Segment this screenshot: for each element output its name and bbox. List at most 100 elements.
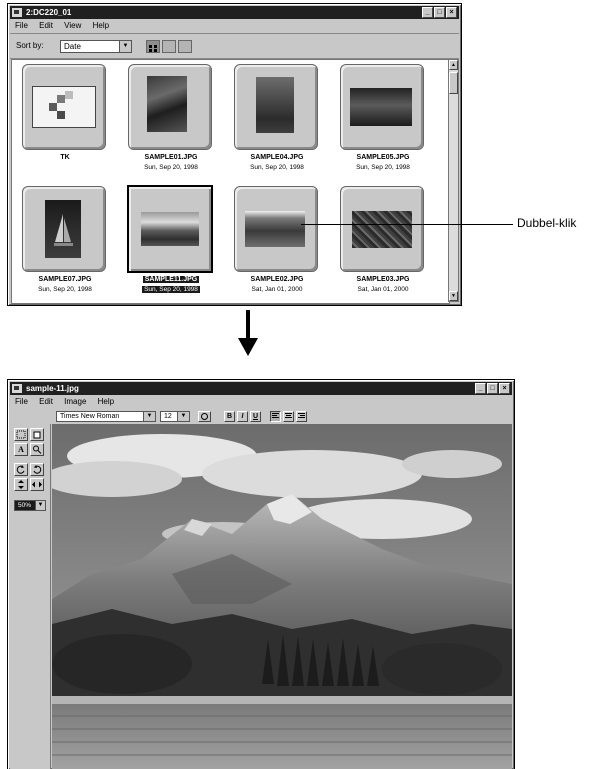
menu-file[interactable]: File [15,397,28,406]
selected-name-highlight: SAMPLE11.JPG [142,276,200,283]
thumbnail-name: SAMPLE11.JPG [120,276,222,283]
thumbnail-item[interactable]: TK [14,62,116,184]
app-icon[interactable] [12,8,22,17]
menu-help[interactable]: Help [93,21,109,30]
thumbnail-frame[interactable] [128,64,212,150]
menu-edit[interactable]: Edit [39,21,53,30]
maximize-button[interactable]: □ [434,7,445,18]
align-left-icon [272,413,279,418]
hand-tool[interactable] [30,428,44,441]
chevron-down-icon[interactable]: ▼ [143,412,155,421]
zoom-tool[interactable] [30,443,44,456]
align-right-button[interactable] [296,411,307,422]
font-name-value: Times New Roman [60,413,120,420]
thumbnail-item[interactable]: SAMPLE01.JPG Sun, Sep 20, 1998 [120,62,222,184]
thumbnail-date: Sun, Sep 20, 1998 [120,286,222,293]
select-rectangle-tool[interactable] [14,428,28,441]
photo-image [147,76,187,132]
rotate-right-button[interactable] [30,463,44,476]
thumbnail-frame[interactable] [234,64,318,150]
underline-button[interactable]: U [250,411,261,422]
palette-icon [201,413,208,420]
format-toolbar: Times New Roman ▼ 12 ▼ B I U [10,409,512,424]
thumbnail-frame[interactable] [340,64,424,150]
rotate-left-button[interactable] [14,463,28,476]
callout-label: Dubbel-klik [517,216,577,230]
menu-bar: File Edit View Help [10,20,459,32]
thumbnail-name: SAMPLE03.JPG [356,276,410,283]
list-view-button[interactable] [162,40,176,53]
app-icon[interactable] [12,384,22,393]
close-button[interactable]: × [446,7,457,18]
tool-palette: A 50% ▼ [10,424,51,769]
flip-vertical-button[interactable] [14,478,28,491]
italic-button[interactable]: I [237,411,248,422]
thumbnail-item[interactable]: SAMPLE03.JPG Sat, Jan 01, 2000 [332,184,434,303]
zoom-select[interactable]: 50% ▼ [14,500,46,511]
toolbar: Sort by: Date ▼ [10,33,459,59]
thumbnail-browser-window: 2:DC220_01 _ □ × File Edit View Help Sor… [7,3,462,306]
rotate-left-icon [16,465,25,474]
thumbnail-date: Sun, Sep 20, 1998 [38,286,92,293]
maximize-button[interactable]: □ [487,383,498,394]
window-title: sample-11.jpg [26,384,79,393]
window-title: 2:DC220_01 [26,8,72,17]
thumbnail-frame[interactable] [22,186,106,272]
sort-select-value: Date [64,42,81,51]
scroll-up-button[interactable]: ▲ [449,60,458,70]
thumbnail-frame[interactable] [234,186,318,272]
chevron-down-icon[interactable]: ▼ [177,412,189,421]
align-center-button[interactable] [283,411,294,422]
menu-view[interactable]: View [64,21,81,30]
thumbnail-date: Sun, Sep 20, 1998 [144,164,198,171]
sort-select[interactable]: Date ▼ [60,40,132,53]
thumbnail-item[interactable]: SAMPLE04.JPG Sun, Sep 20, 1998 [226,62,328,184]
vertical-scrollbar[interactable]: ▲ ▼ [448,59,459,302]
thumbnail-item-selected[interactable]: SAMPLE11.JPG Sun, Sep 20, 1998 [120,184,222,303]
color-button[interactable] [198,411,211,422]
thumbnail-item[interactable]: SAMPLE05.JPG Sun, Sep 20, 1998 [332,62,434,184]
flip-horizontal-button[interactable] [30,478,44,491]
title-bar[interactable]: sample-11.jpg _ □ × [10,382,512,395]
flip-vertical-icon [18,480,24,489]
thumbnail-name: SAMPLE01.JPG [144,154,198,161]
text-tool[interactable]: A [14,443,28,456]
thumbnail-date: Sun, Sep 20, 1998 [356,164,410,171]
thumbnail-grid: TK SAMPLE01.JPG Sun, Sep 20, 1998 SAMPLE… [11,59,450,304]
scroll-down-button[interactable]: ▼ [449,291,458,301]
photo-image [350,88,412,126]
thumbnail-frame[interactable] [22,64,106,150]
thumbnail-item[interactable]: SAMPLE02.JPG Sat, Jan 01, 2000 [226,184,328,303]
magnifier-icon [33,445,42,454]
menu-edit[interactable]: Edit [39,397,53,406]
thumbnail-name: SAMPLE05.JPG [356,154,410,161]
rotate-right-icon [33,465,42,474]
chevron-down-icon[interactable]: ▼ [119,41,131,52]
menu-file[interactable]: File [15,21,28,30]
image-canvas[interactable] [52,424,512,769]
bold-button[interactable]: B [224,411,235,422]
zoom-value: 50% [18,502,32,509]
thumbnail-item[interactable]: SAMPLE07.JPG Sun, Sep 20, 1998 [14,184,116,303]
thumbnail-frame-selected[interactable] [127,185,213,273]
minimize-button[interactable]: _ [475,383,486,394]
landscape-photo [52,424,512,769]
thumbnail-name: SAMPLE02.JPG [250,276,304,283]
close-button[interactable]: × [499,383,510,394]
menu-help[interactable]: Help [98,397,114,406]
align-right-icon [298,413,305,418]
font-size-select[interactable]: 12 ▼ [160,411,190,422]
folder-preview-image [32,86,96,128]
large-icons-view-button[interactable] [146,40,160,53]
details-view-button[interactable] [178,40,192,53]
scroll-thumb[interactable] [449,72,458,94]
title-bar[interactable]: 2:DC220_01 _ □ × [10,6,459,19]
minimize-button[interactable]: _ [422,7,433,18]
sort-label: Sort by: [16,41,44,50]
menu-image[interactable]: Image [64,397,86,406]
chevron-down-icon[interactable]: ▼ [35,501,45,510]
thumbnail-frame[interactable] [340,186,424,272]
photo-image [256,77,294,133]
align-left-button[interactable] [270,411,281,422]
font-name-select[interactable]: Times New Roman ▼ [56,411,156,422]
